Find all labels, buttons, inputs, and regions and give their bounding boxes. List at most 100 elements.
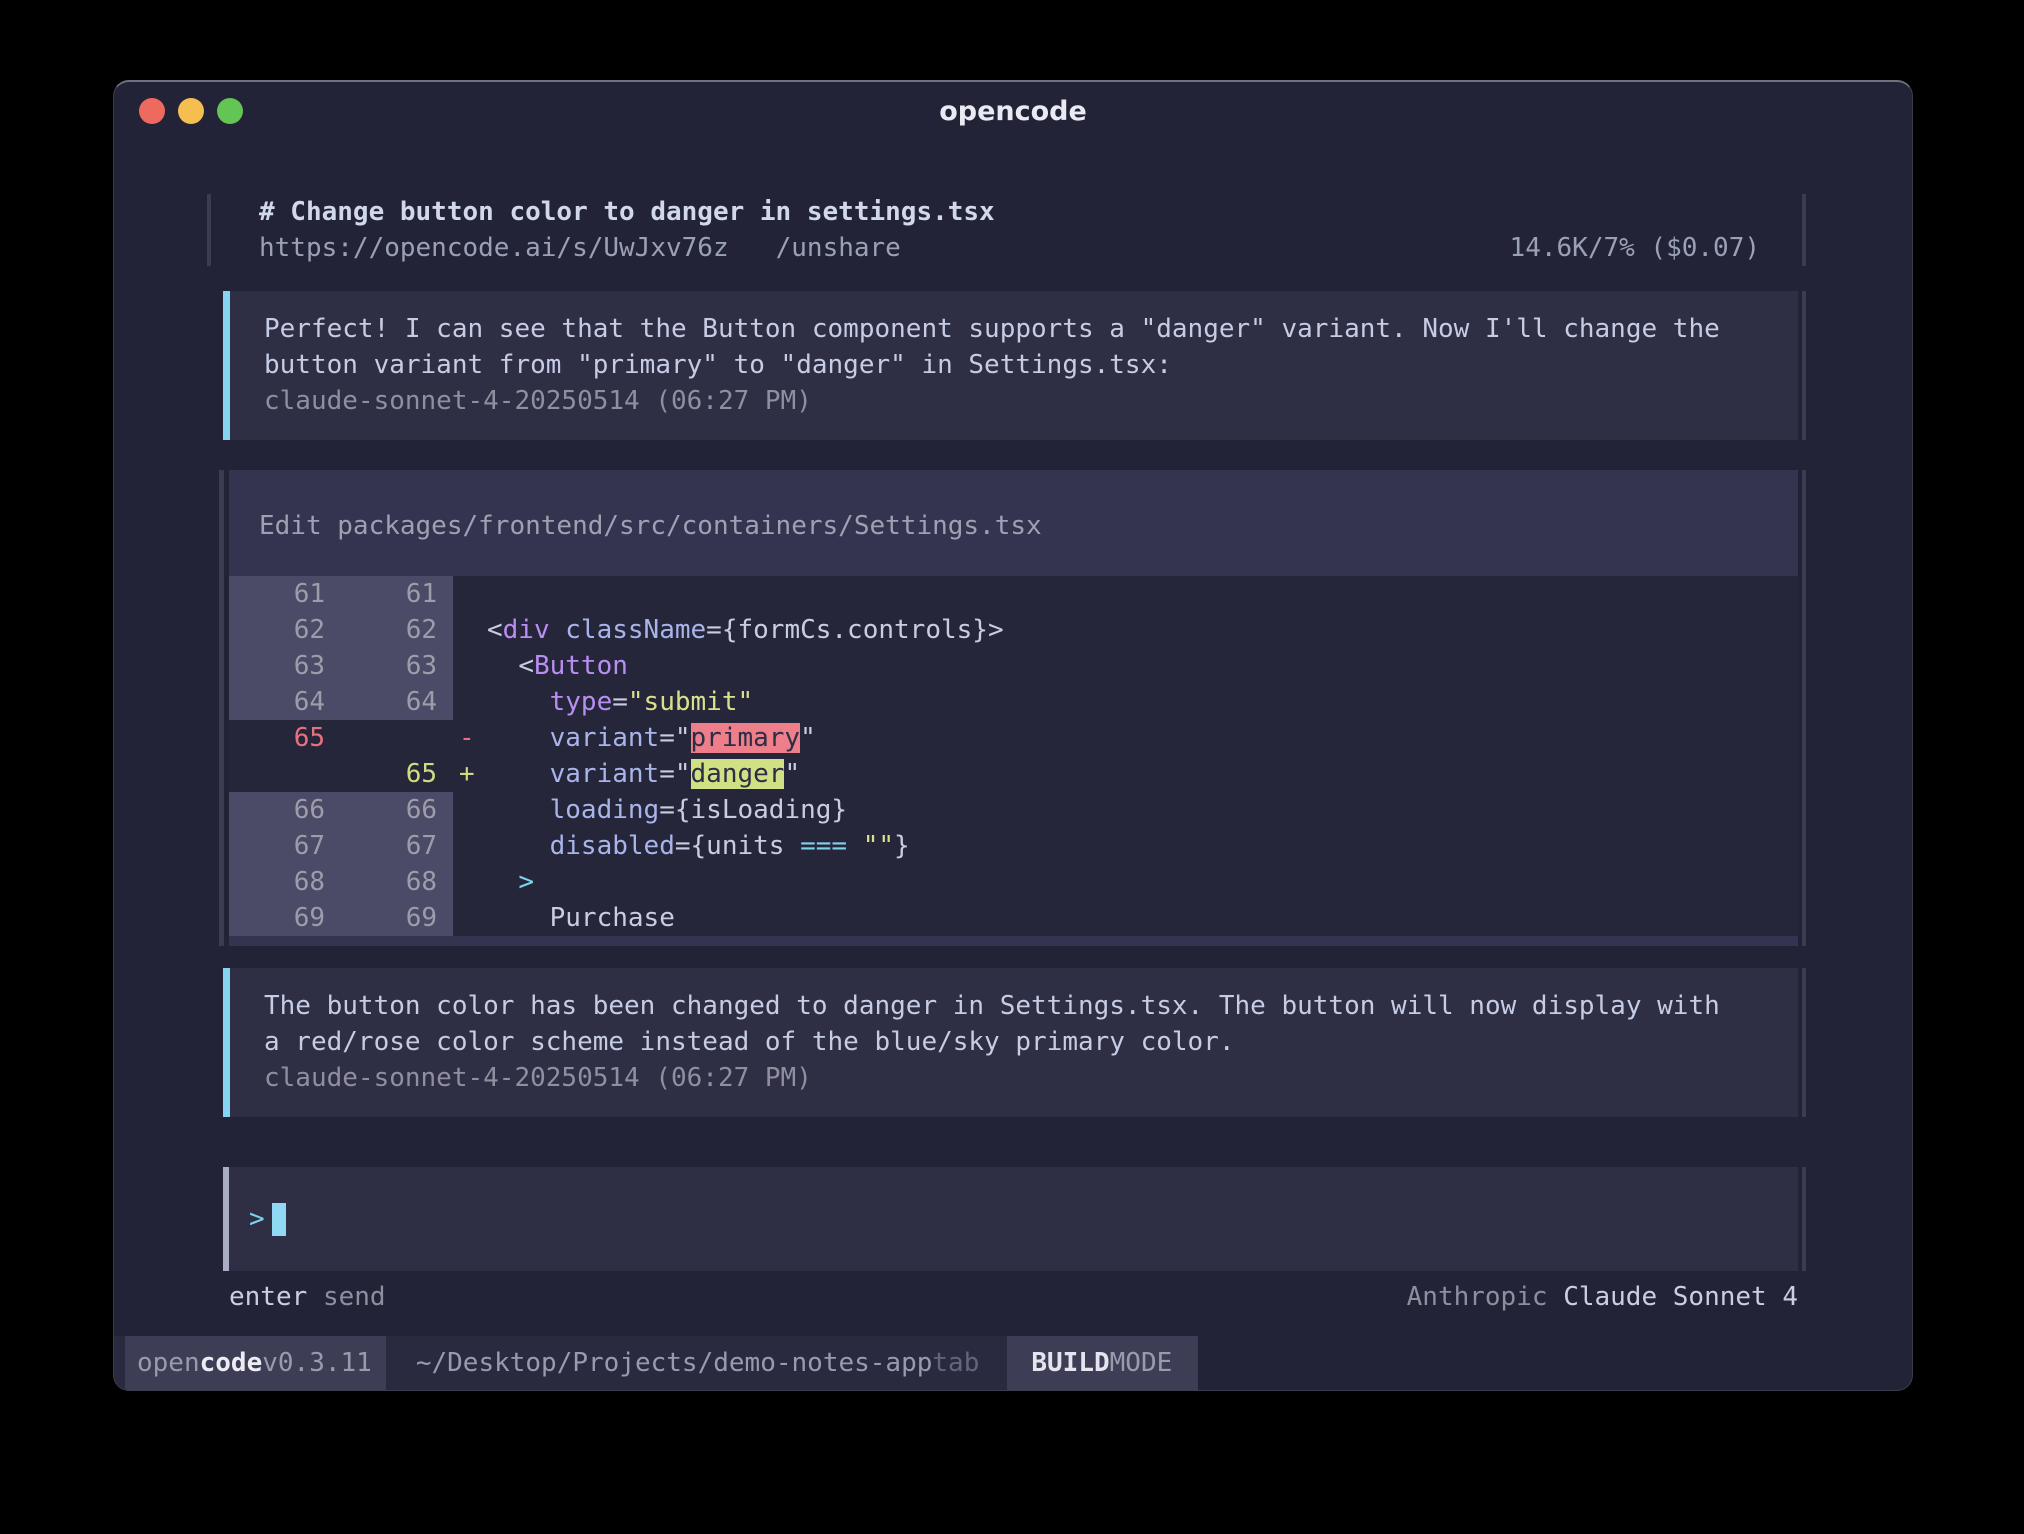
- code-token: =: [706, 615, 722, 645]
- code-token: [487, 759, 550, 789]
- code-token: [487, 867, 518, 897]
- mode-chip[interactable]: BUILD MODE: [1007, 1336, 1198, 1390]
- chat-content: # Change button color to danger in setti…: [114, 140, 1912, 1390]
- diff-old-line-number: [229, 756, 343, 792]
- diff-code-line: Purchase: [487, 900, 675, 936]
- code-token: "": [863, 831, 894, 861]
- code-token: =: [675, 831, 691, 861]
- diff-new-line-number: 69: [343, 900, 453, 936]
- code-token: =: [612, 687, 628, 717]
- diff-row: 65- variant="primary": [229, 720, 1798, 756]
- code-token: >: [518, 867, 534, 897]
- diff-row: 6161: [229, 576, 1798, 612]
- diff-new-line-number: 65: [343, 756, 453, 792]
- message-line: Perfect! I can see that the Button compo…: [264, 311, 1768, 347]
- title-bar: opencode: [114, 82, 1912, 140]
- diff-marker: -: [453, 720, 487, 756]
- diff-row: 6767 disabled={units === ""}: [229, 828, 1798, 864]
- code-token: disabled: [550, 831, 675, 861]
- diff-marker: [453, 684, 487, 720]
- diff-new-line-number: 68: [343, 864, 453, 900]
- assistant-message: Perfect! I can see that the Button compo…: [223, 291, 1798, 440]
- diff-old-line-number: 69: [229, 900, 343, 936]
- diff-code-line: type="submit": [487, 684, 753, 720]
- code-token: =": [659, 723, 690, 753]
- tool-call-title: Edit packages/frontend/src/containers/Se…: [229, 508, 1798, 544]
- diff-code-line: >: [487, 864, 534, 900]
- diff-old-line-number: 63: [229, 648, 343, 684]
- code-token: type: [550, 687, 613, 717]
- tab-key-hint: tab: [932, 1336, 979, 1390]
- code-token: =": [659, 759, 690, 789]
- message-line: a red/rose color scheme instead of the b…: [264, 1024, 1768, 1060]
- code-token: variant: [550, 759, 660, 789]
- diff-marker: [453, 792, 487, 828]
- diff-code-line: variant="primary": [487, 720, 816, 756]
- diff-new-line-number: 63: [343, 648, 453, 684]
- code-token: className: [565, 615, 706, 645]
- code-token: [487, 723, 550, 753]
- prompt-symbol: >: [249, 1204, 265, 1234]
- code-token: danger: [691, 759, 785, 789]
- diff-row: 6262<div className={formCs.controls}>: [229, 612, 1798, 648]
- code-token: [487, 831, 550, 861]
- diff-new-line-number: 61: [343, 576, 453, 612]
- diff-row: 6464 type="submit": [229, 684, 1798, 720]
- diff-row: 6969 Purchase: [229, 900, 1798, 936]
- brand-bold: code: [200, 1348, 263, 1378]
- share-url-link[interactable]: https://opencode.ai/s/UwJxv76z: [259, 230, 729, 266]
- diff-table: 61616262<div className={formCs.controls}…: [229, 576, 1798, 936]
- code-token: primary: [691, 723, 801, 753]
- diff-old-line-number: 66: [229, 792, 343, 828]
- message-line: The button color has been changed to dan…: [264, 988, 1768, 1024]
- mode-rest: MODE: [1110, 1348, 1173, 1378]
- code-token: "submit": [628, 687, 753, 717]
- brand-prefix: open: [137, 1348, 200, 1378]
- diff-new-line-number: 64: [343, 684, 453, 720]
- code-token: [847, 831, 863, 861]
- code-token: [550, 615, 566, 645]
- diff-old-line-number: 64: [229, 684, 343, 720]
- diff-row: 6363 <Button: [229, 648, 1798, 684]
- code-token: div: [503, 615, 550, 645]
- code-token: >: [988, 615, 1004, 645]
- session-title: # Change button color to danger in setti…: [259, 194, 1760, 230]
- diff-row: 6666 loading={isLoading}: [229, 792, 1798, 828]
- diff-new-line-number: 62: [343, 612, 453, 648]
- diff-row: 6868 >: [229, 864, 1798, 900]
- edit-tool-block: Edit packages/frontend/src/containers/Se…: [229, 470, 1798, 946]
- app-version-chip: opencode v0.3.11: [125, 1336, 386, 1390]
- code-token: =: [659, 795, 675, 825]
- code-token: ": [784, 759, 800, 789]
- enter-key-hint: enter: [229, 1282, 307, 1312]
- model-name: Claude Sonnet 4: [1563, 1282, 1798, 1312]
- code-token: ": [800, 723, 816, 753]
- mode-bold: BUILD: [1031, 1348, 1109, 1378]
- code-token: <: [518, 651, 534, 681]
- diff-code-line: disabled={units === ""}: [487, 828, 910, 864]
- diff-code-line: <Button: [487, 648, 628, 684]
- code-token: [487, 651, 518, 681]
- diff-marker: [453, 612, 487, 648]
- page: opencode # Change button color to danger…: [0, 0, 2024, 1534]
- session-header: # Change button color to danger in setti…: [223, 194, 1798, 266]
- code-token: [487, 903, 550, 933]
- diff-marker: [453, 864, 487, 900]
- diff-old-line-number: 62: [229, 612, 343, 648]
- diff-old-line-number: 61: [229, 576, 343, 612]
- app-version: v0.3.11: [262, 1348, 372, 1378]
- diff-code-line: variant="danger": [487, 756, 800, 792]
- session-subheader: https://opencode.ai/s/UwJxv76z /unshare …: [259, 230, 1760, 266]
- send-label: send: [323, 1282, 386, 1312]
- prompt-input[interactable]: >: [223, 1167, 1798, 1271]
- unshare-command[interactable]: /unshare: [776, 230, 901, 266]
- code-token: {formCs.controls}: [722, 615, 988, 645]
- hint-row: enter send Anthropic Claude Sonnet 4: [229, 1279, 1798, 1315]
- diff-new-line-number: 66: [343, 792, 453, 828]
- token-cost-stats: 14.6K/7% ($0.07): [1510, 230, 1760, 266]
- code-token: [487, 687, 550, 717]
- assistant-message: The button color has been changed to dan…: [223, 968, 1798, 1117]
- project-path: ~/Desktop/Projects/demo-notes-app: [416, 1336, 933, 1390]
- diff-marker: [453, 828, 487, 864]
- code-token: Button: [534, 651, 628, 681]
